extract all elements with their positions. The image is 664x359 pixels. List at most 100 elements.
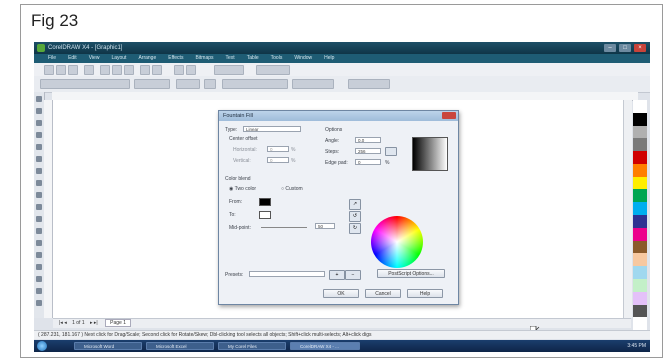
taskbar-item-active[interactable]: CorelDRAW X4 - ... (290, 342, 360, 350)
clockwise-blend-icon[interactable]: ↻ (349, 223, 361, 234)
palette-swatch[interactable] (633, 163, 647, 177)
crop-tool-icon[interactable] (36, 120, 42, 126)
vertical-field[interactable]: 0 (267, 157, 289, 163)
counterclockwise-blend-icon[interactable]: ↺ (349, 211, 361, 222)
vertical-ruler[interactable] (44, 100, 53, 318)
print-icon[interactable] (84, 65, 94, 75)
steps-field[interactable]: 256 (355, 148, 381, 154)
mid-point-slider[interactable] (261, 227, 307, 228)
help-button[interactable]: Help (407, 289, 443, 298)
edge-pad-field[interactable]: 0 (355, 159, 381, 165)
smart-fill-tool-icon[interactable] (36, 156, 42, 162)
fill-tool-icon[interactable] (36, 300, 42, 306)
palette-swatch[interactable] (633, 227, 647, 241)
all-pages-icon[interactable] (204, 79, 216, 89)
zoom-level-select[interactable] (214, 65, 244, 75)
new-document-icon[interactable] (44, 65, 54, 75)
export-icon[interactable] (186, 65, 196, 75)
add-preset-button[interactable]: + (329, 270, 345, 280)
page-size-select[interactable] (40, 79, 130, 89)
dimension-tool-icon[interactable] (36, 240, 42, 246)
duplicate-distance-field[interactable] (348, 79, 390, 89)
palette-swatch[interactable] (633, 215, 647, 228)
menu-item[interactable]: Effects (168, 54, 183, 63)
palette-swatch[interactable] (633, 240, 647, 254)
postscript-options-button[interactable]: PostScript Options... (377, 269, 445, 278)
vertical-scrollbar[interactable] (623, 100, 632, 318)
basic-shapes-tool-icon[interactable] (36, 204, 42, 210)
menu-item[interactable]: Window (294, 54, 312, 63)
taskbar-item[interactable]: Microsoft Word (74, 342, 142, 350)
close-button[interactable]: × (634, 44, 646, 52)
menu-item[interactable]: File (48, 54, 56, 63)
next-page-button[interactable]: ▸ (90, 320, 93, 326)
palette-swatch[interactable] (633, 176, 647, 190)
menu-item[interactable]: Text (226, 54, 235, 63)
angle-field[interactable]: 0.0 (355, 137, 381, 143)
rectangle-tool-icon[interactable] (36, 168, 42, 174)
redo-icon[interactable] (152, 65, 162, 75)
undo-icon[interactable] (140, 65, 150, 75)
menu-item[interactable]: View (89, 54, 100, 63)
blend-tool-icon[interactable] (36, 264, 42, 270)
save-icon[interactable] (68, 65, 78, 75)
pick-tool-icon[interactable] (36, 96, 42, 102)
palette-swatch[interactable] (633, 125, 647, 139)
nudge-distance-field[interactable] (292, 79, 334, 89)
palette-swatch[interactable] (633, 189, 647, 203)
table-tool-icon[interactable] (36, 228, 42, 234)
cancel-button[interactable]: Cancel (365, 289, 401, 298)
zoom-tool-icon[interactable] (36, 132, 42, 138)
presets-select[interactable] (249, 271, 325, 277)
dialog-close-button[interactable] (442, 112, 456, 119)
gradient-preview[interactable] (412, 137, 448, 171)
prev-page-button[interactable]: ◂ (64, 320, 67, 326)
menu-item[interactable]: Edit (68, 54, 77, 63)
snap-to-select[interactable] (256, 65, 290, 75)
custom-radio[interactable]: ○ Custom (281, 186, 303, 192)
menu-item[interactable]: Bitmaps (195, 54, 213, 63)
ok-button[interactable]: OK (323, 289, 359, 298)
import-icon[interactable] (174, 65, 184, 75)
palette-swatch[interactable] (633, 151, 647, 164)
text-tool-icon[interactable] (36, 216, 42, 222)
polygon-tool-icon[interactable] (36, 192, 42, 198)
horizontal-field[interactable]: 0 (267, 146, 289, 152)
paste-icon[interactable] (124, 65, 134, 75)
start-button[interactable] (37, 341, 47, 351)
remove-preset-button[interactable]: − (345, 270, 361, 280)
direct-blend-icon[interactable]: ↗ (349, 199, 361, 210)
palette-swatch[interactable] (633, 253, 647, 267)
freehand-tool-icon[interactable] (36, 144, 42, 150)
taskbar-item[interactable]: Microsoft Excel (146, 342, 214, 350)
orientation-buttons[interactable] (176, 79, 200, 89)
palette-swatch[interactable] (633, 278, 647, 292)
eyedropper-tool-icon[interactable] (36, 276, 42, 282)
menu-item[interactable]: Layout (111, 54, 126, 63)
palette-swatch[interactable] (633, 202, 647, 216)
ellipse-tool-icon[interactable] (36, 180, 42, 186)
palette-swatch[interactable] (633, 266, 647, 279)
first-page-button[interactable]: |◂ (59, 320, 63, 326)
mid-point-field[interactable]: 50 (315, 223, 335, 229)
open-icon[interactable] (56, 65, 66, 75)
palette-swatch[interactable] (633, 138, 647, 152)
last-page-button[interactable]: ▸| (94, 320, 98, 326)
color-palette[interactable] (633, 100, 647, 331)
menu-item[interactable]: Table (247, 54, 259, 63)
palette-swatch[interactable] (633, 317, 647, 331)
page-dimensions-field[interactable] (134, 79, 170, 89)
palette-swatch[interactable] (633, 304, 647, 318)
from-color-picker[interactable] (259, 198, 271, 206)
outline-tool-icon[interactable] (36, 288, 42, 294)
minimize-button[interactable]: – (604, 44, 616, 52)
cut-icon[interactable] (100, 65, 110, 75)
menu-item[interactable]: Arrange (138, 54, 156, 63)
type-select[interactable]: Linear (243, 126, 301, 132)
page-tab[interactable]: Page 1 (105, 319, 131, 327)
two-color-radio[interactable]: ◉ Two color (229, 186, 256, 192)
menu-item[interactable]: Tools (271, 54, 283, 63)
copy-icon[interactable] (112, 65, 122, 75)
shape-tool-icon[interactable] (36, 108, 42, 114)
palette-swatch[interactable] (633, 112, 647, 126)
